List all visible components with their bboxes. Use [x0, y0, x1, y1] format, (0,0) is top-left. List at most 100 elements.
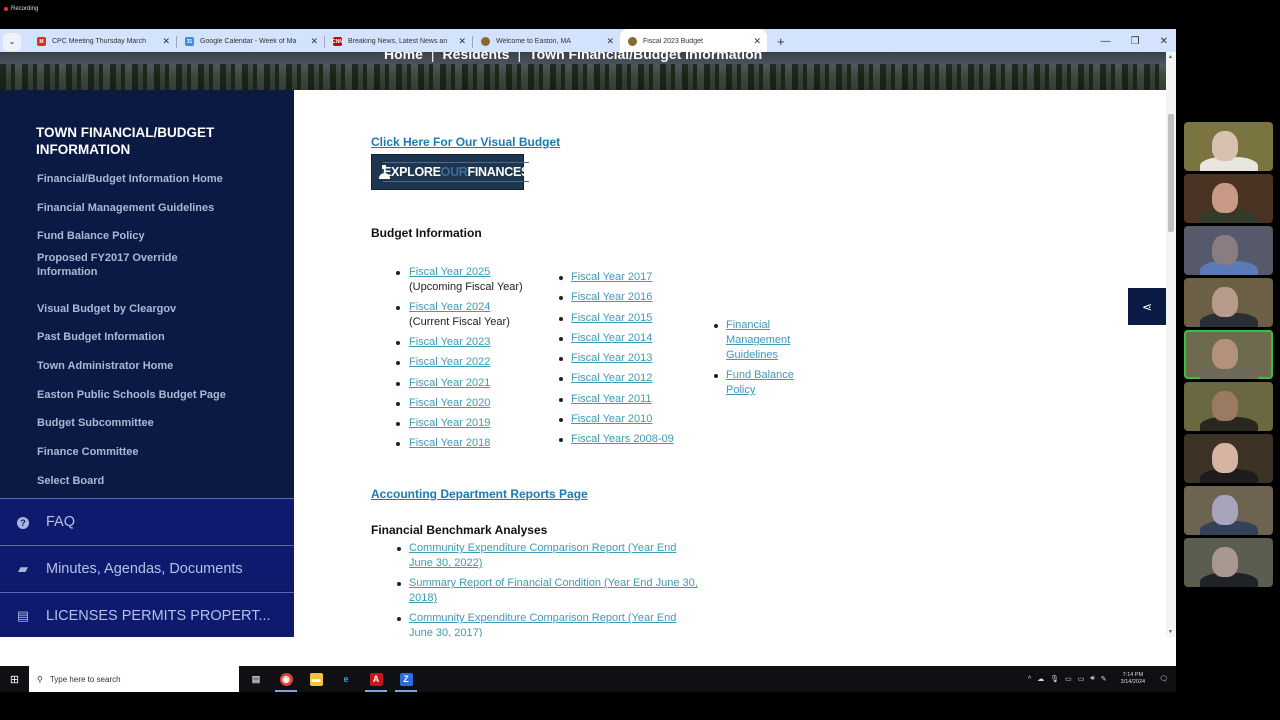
participant-video[interactable] [1184, 434, 1273, 483]
fiscal-year-link[interactable]: Fiscal Year 2021 [409, 377, 490, 389]
participant-video[interactable] [1184, 382, 1273, 431]
sidebar-section-3[interactable]: ▤ LICENSES PERMITS PROPERT... [0, 592, 294, 637]
display-icon[interactable]: ▭ [1078, 675, 1085, 683]
fiscal-year-link[interactable]: Fiscal Year 2015 [571, 312, 652, 324]
sidebar-link[interactable]: Financial/Budget Information Home [37, 172, 237, 186]
minimize-icon[interactable]: — [1101, 36, 1111, 47]
fiscal-year-link[interactable]: Fiscal Year 2014 [571, 332, 652, 344]
sidebar-link[interactable]: Proposed FY2017 Override Information [37, 251, 237, 279]
benchmark-link[interactable]: Community Expenditure Comparison Report … [409, 612, 676, 637]
tabs: M CPC Meeting Thursday March ✕ 31 Google Cal… [29, 29, 767, 54]
participant-video[interactable] [1184, 330, 1273, 379]
notifications-icon[interactable]: 🗨︎ [1159, 675, 1168, 683]
browser-tab[interactable]: 31 Google Calendar - Week of Ma ✕ [177, 29, 324, 54]
fiscal-year-link[interactable]: Fiscal Year 2023 [409, 336, 490, 348]
fiscal-year-link[interactable]: Fiscal Year 2019 [409, 417, 490, 429]
browser-tab[interactable]: Welcome to Easton, MA ✕ [473, 29, 620, 54]
taskbar-app-zoom[interactable]: Z [391, 666, 421, 692]
fiscal-year-item: Fiscal Year 2011 [556, 392, 674, 407]
fiscal-year-link[interactable]: Fiscal Year 2020 [409, 397, 490, 409]
gmail-icon: M [37, 37, 46, 46]
fiscal-year-link[interactable]: Fiscal Year 2010 [571, 413, 652, 425]
breadcrumb-separator: | [517, 52, 522, 62]
sidebar-link[interactable]: Past Budget Information [37, 330, 237, 344]
sidebar-link[interactable]: Easton Public Schools Budget Page [37, 388, 237, 402]
tab-title: Welcome to Easton, MA [496, 38, 571, 45]
accounting-reports-link[interactable]: Accounting Department Reports Page [371, 487, 588, 501]
taskbar-app-file-explorer[interactable]: ▬ [301, 666, 331, 692]
participant-video[interactable] [1184, 486, 1273, 535]
sidebar-link[interactable]: Select Board [37, 474, 237, 488]
scroll-down-icon[interactable]: ▼ [1168, 629, 1173, 635]
pen-icon[interactable]: ✎ [1101, 675, 1107, 683]
taskbar-search[interactable]: ⚲ Type here to search [29, 666, 239, 692]
tab-close-icon[interactable]: ✕ [753, 36, 761, 47]
fiscal-year-link[interactable]: Fiscal Year 2025 [409, 266, 490, 278]
fiscal-year-link[interactable]: Fiscal Years 2008-09 [571, 433, 674, 445]
windows-start-icon[interactable]: ⊞ [0, 673, 29, 686]
calendar-icon: 31 [185, 37, 194, 46]
scrollbar-thumb[interactable] [1168, 114, 1174, 232]
sidebar-section-1[interactable]: ? FAQ [0, 498, 294, 544]
taskbar-app-acrobat[interactable]: A [361, 666, 391, 692]
participant-video[interactable] [1184, 122, 1273, 171]
scroll-up-icon[interactable]: ▲ [1168, 54, 1173, 60]
participant-video[interactable] [1184, 278, 1273, 327]
file-explorer-icon: ▬ [309, 672, 323, 686]
browser-tab[interactable]: M CPC Meeting Thursday March ✕ [29, 29, 176, 54]
tab-close-icon[interactable]: ✕ [162, 36, 170, 47]
sidebar-link[interactable]: Visual Budget by Cleargov [37, 302, 237, 316]
browser-tab[interactable]: Fiscal 2023 Budget ✕ [620, 29, 767, 54]
sidebar-link[interactable]: Fund Balance Policy [37, 229, 237, 243]
sidebar-link[interactable]: Town Administrator Home [37, 359, 237, 373]
new-tab-button[interactable]: + [777, 34, 785, 49]
participant-video[interactable] [1184, 226, 1273, 275]
participant-video[interactable] [1184, 538, 1273, 587]
visual-budget-link[interactable]: Click Here For Our Visual Budget [371, 135, 560, 149]
tab-close-icon[interactable]: ✕ [606, 36, 614, 47]
restore-icon[interactable]: ❐ [1131, 36, 1140, 47]
volume-icon[interactable]: 🔊︎ [1090, 675, 1094, 683]
taskbar-search-placeholder[interactable]: Type here to search [50, 675, 121, 684]
fiscal-year-link[interactable]: Fiscal Year 2017 [571, 271, 652, 283]
breadcrumb-residents[interactable]: Residents [443, 52, 510, 62]
benchmark-link[interactable]: Community Expenditure Comparison Report … [409, 542, 676, 569]
sidebar-link[interactable]: Finance Committee [37, 445, 237, 459]
fiscal-year-link[interactable]: Fiscal Year 2024 [409, 301, 490, 313]
microphone-icon[interactable]: 🎙︎ [1050, 675, 1059, 683]
sidebar-link[interactable]: Budget Subcommittee [37, 416, 237, 430]
fiscal-year-link[interactable]: Fiscal Year 2012 [571, 372, 652, 384]
tray-overflow-icon[interactable]: ^ [1028, 676, 1031, 683]
share-button[interactable]: ⋖ [1128, 288, 1166, 325]
benchmark-list: Community Expenditure Comparison Report … [371, 541, 701, 637]
fiscal-year-link[interactable]: Fiscal Year 2013 [571, 352, 652, 364]
policy-link[interactable]: Financial Management Guidelines [726, 319, 790, 361]
edge-icon: e [343, 674, 349, 684]
page-scrollbar[interactable]: ▲ ▼ [1166, 52, 1176, 637]
network-icon[interactable]: ▭ [1065, 675, 1072, 683]
policy-links-list: Financial Management Guidelines Fund Bala… [711, 318, 811, 403]
explore-finances-banner[interactable]: EXPLOREOURFINANCES [371, 154, 529, 190]
clock[interactable]: 7:14 PM 3/14/2024 [1121, 672, 1145, 686]
participant-video[interactable] [1184, 174, 1273, 223]
onedrive-icon[interactable]: ☁ [1037, 675, 1044, 683]
sidebar-section-2[interactable]: ▰ Minutes, Agendas, Documents [0, 545, 294, 591]
breadcrumb-home[interactable]: Home [384, 52, 423, 62]
fiscal-year-link[interactable]: Fiscal Year 2016 [571, 291, 652, 303]
fiscal-year-link[interactable]: Fiscal Year 2018 [409, 437, 490, 449]
tab-title: Breaking News, Latest News an [348, 38, 448, 45]
fiscal-year-link[interactable]: Fiscal Year 2011 [571, 393, 652, 405]
tab-close-icon[interactable]: ✕ [310, 36, 318, 47]
close-window-icon[interactable]: ✕ [1160, 36, 1168, 47]
task-view-icon: ▤ [251, 673, 261, 684]
taskbar-app-task-view[interactable]: ▤ [241, 666, 271, 692]
sidebar-link[interactable]: Financial Management Guidelines [37, 201, 237, 215]
tab-close-icon[interactable]: ✕ [458, 36, 466, 47]
fiscal-year-link[interactable]: Fiscal Year 2022 [409, 356, 490, 368]
taskbar-app-chrome[interactable]: ◉ [271, 666, 301, 692]
taskbar-app-edge[interactable]: e [331, 666, 361, 692]
benchmark-link[interactable]: Summary Report of Financial Condition (Y… [409, 577, 698, 604]
tab-search-button[interactable]: ⌄ [3, 32, 21, 51]
browser-tab[interactable]: CNN Breaking News, Latest News an ✕ [325, 29, 472, 54]
policy-link[interactable]: Fund Balance Policy [726, 369, 794, 396]
